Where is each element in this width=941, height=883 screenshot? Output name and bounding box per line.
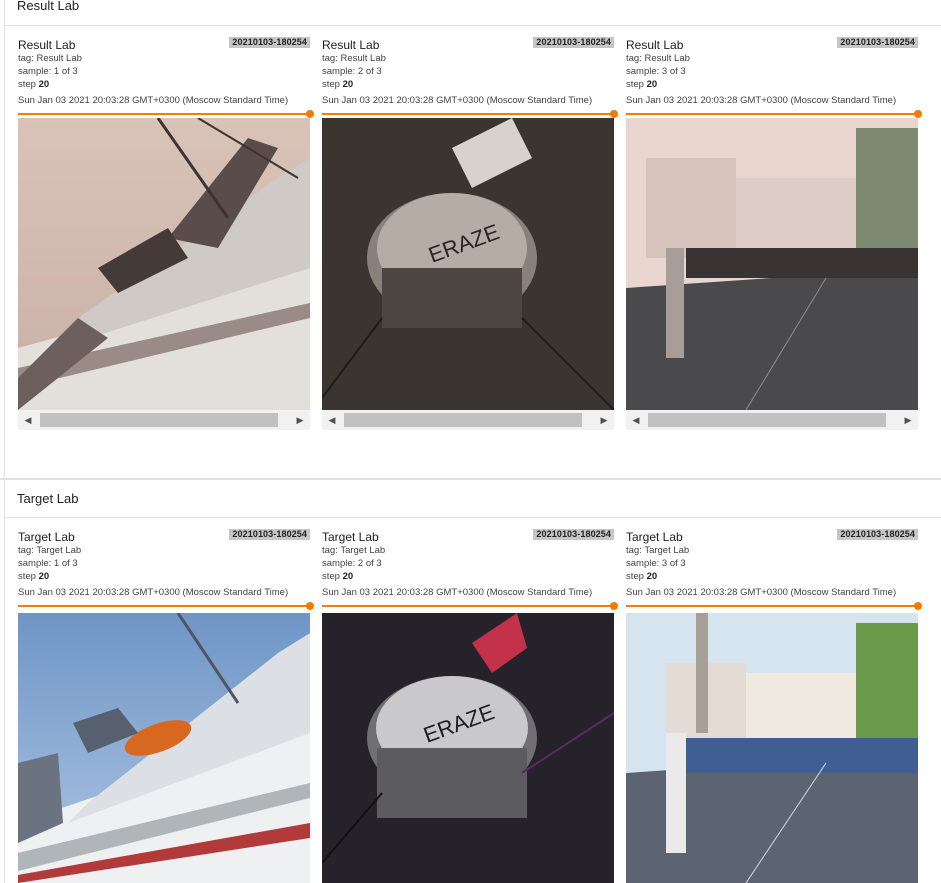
- card-title: Target Lab: [18, 530, 75, 544]
- sample-image-ship: [18, 613, 310, 883]
- section-header[interactable]: Result Lab: [5, 0, 941, 26]
- slider-thumb[interactable]: [306, 110, 314, 118]
- step-value: 20: [38, 571, 50, 582]
- step-slider[interactable]: [626, 602, 922, 610]
- sample-image-street: [626, 118, 918, 410]
- image-scrollbar[interactable]: ◀ ▶: [322, 410, 614, 430]
- timestamp: Sun Jan 03 2021 20:03:28 GMT+0300 (Mosco…: [18, 95, 289, 106]
- tag-label: tag: Target Lab: [322, 545, 386, 556]
- tag-label: tag: Target Lab: [626, 545, 690, 556]
- step-value: 20: [646, 79, 658, 90]
- sample-label: sample: 1 of 3: [18, 66, 78, 77]
- sample-label: sample: 2 of 3: [322, 66, 382, 77]
- step-value: 20: [646, 571, 658, 582]
- arrow-right-icon[interactable]: ▶: [900, 410, 916, 430]
- image-card: Target Lab 20210103-180254 tag: Target L…: [18, 529, 314, 883]
- slider-thumb[interactable]: [610, 110, 618, 118]
- step-slider[interactable]: [322, 602, 618, 610]
- arrow-right-icon[interactable]: ▶: [292, 410, 308, 430]
- sample-label: sample: 3 of 3: [626, 558, 686, 569]
- image-card: Target Lab 20210103-180254 tag: Target L…: [626, 529, 922, 883]
- image-scrollbar[interactable]: ◀ ▶: [626, 410, 918, 430]
- image-card: Result Lab 20210103-180254 tag: Result L…: [322, 37, 618, 430]
- slider-thumb[interactable]: [610, 602, 618, 610]
- slider-thumb[interactable]: [306, 602, 314, 610]
- step-value: 20: [38, 79, 50, 90]
- slider-thumb[interactable]: [914, 602, 922, 610]
- image-card: Result Lab 20210103-180254 tag: Result L…: [626, 37, 922, 430]
- timestamp: Sun Jan 03 2021 20:03:28 GMT+0300 (Mosco…: [322, 587, 593, 598]
- step-label: step 20: [626, 79, 658, 90]
- step-label: step 20: [322, 571, 354, 582]
- section-title: Target Lab: [17, 491, 79, 506]
- timestamp: Sun Jan 03 2021 20:03:28 GMT+0300 (Mosco…: [18, 587, 289, 598]
- timestamp: Sun Jan 03 2021 20:03:28 GMT+0300 (Mosco…: [626, 95, 897, 106]
- card-title: Result Lab: [18, 38, 76, 52]
- card-title: Result Lab: [626, 38, 684, 52]
- step-label: step 20: [626, 571, 658, 582]
- arrow-left-icon[interactable]: ◀: [20, 410, 36, 430]
- sample-label: sample: 1 of 3: [18, 558, 78, 569]
- step-slider[interactable]: [18, 110, 314, 118]
- image-scrollbar[interactable]: ◀ ▶: [18, 410, 310, 430]
- section-target-lab: Target Lab Target Lab 20210103-180254 ta…: [4, 480, 941, 883]
- step-label: step 20: [18, 79, 50, 90]
- sample-label: sample: 2 of 3: [322, 558, 382, 569]
- sample-image-drum: ERAZE: [322, 613, 614, 883]
- arrow-left-icon[interactable]: ◀: [628, 410, 644, 430]
- tag-label: tag: Target Lab: [18, 545, 82, 556]
- sample-image-ship: [18, 118, 310, 410]
- run-badge: 20210103-180254: [533, 529, 614, 540]
- scrollbar-thumb[interactable]: [648, 413, 886, 427]
- run-badge: 20210103-180254: [533, 37, 614, 48]
- step-slider[interactable]: [18, 602, 314, 610]
- step-slider[interactable]: [322, 110, 618, 118]
- tag-label: tag: Result Lab: [322, 53, 386, 64]
- step-slider[interactable]: [626, 110, 922, 118]
- tag-label: tag: Result Lab: [626, 53, 690, 64]
- card-title: Result Lab: [322, 38, 380, 52]
- scrollbar-thumb[interactable]: [40, 413, 278, 427]
- sample-image-street: [626, 613, 918, 883]
- tag-label: tag: Result Lab: [18, 53, 82, 64]
- timestamp: Sun Jan 03 2021 20:03:28 GMT+0300 (Mosco…: [626, 587, 897, 598]
- card-title: Target Lab: [626, 530, 683, 544]
- run-badge: 20210103-180254: [837, 37, 918, 48]
- slider-thumb[interactable]: [914, 110, 922, 118]
- scrollbar-thumb[interactable]: [344, 413, 582, 427]
- timestamp: Sun Jan 03 2021 20:03:28 GMT+0300 (Mosco…: [322, 95, 593, 106]
- image-card: Target Lab 20210103-180254 tag: Target L…: [322, 529, 618, 883]
- run-badge: 20210103-180254: [229, 37, 310, 48]
- section-header[interactable]: Target Lab: [5, 480, 941, 518]
- section-result-lab: Result Lab Result Lab 20210103-180254 ta…: [4, 0, 941, 478]
- run-badge: 20210103-180254: [229, 529, 310, 540]
- sample-label: sample: 3 of 3: [626, 66, 686, 77]
- card-title: Target Lab: [322, 530, 379, 544]
- step-label: step 20: [18, 571, 50, 582]
- run-badge: 20210103-180254: [837, 529, 918, 540]
- arrow-left-icon[interactable]: ◀: [324, 410, 340, 430]
- sample-image-drum: ERAZE: [322, 118, 614, 410]
- section-title: Result Lab: [17, 0, 80, 13]
- step-value: 20: [342, 79, 354, 90]
- image-card: Result Lab 20210103-180254 tag: Result L…: [18, 37, 314, 430]
- step-value: 20: [342, 571, 354, 582]
- arrow-right-icon[interactable]: ▶: [596, 410, 612, 430]
- step-label: step 20: [322, 79, 354, 90]
